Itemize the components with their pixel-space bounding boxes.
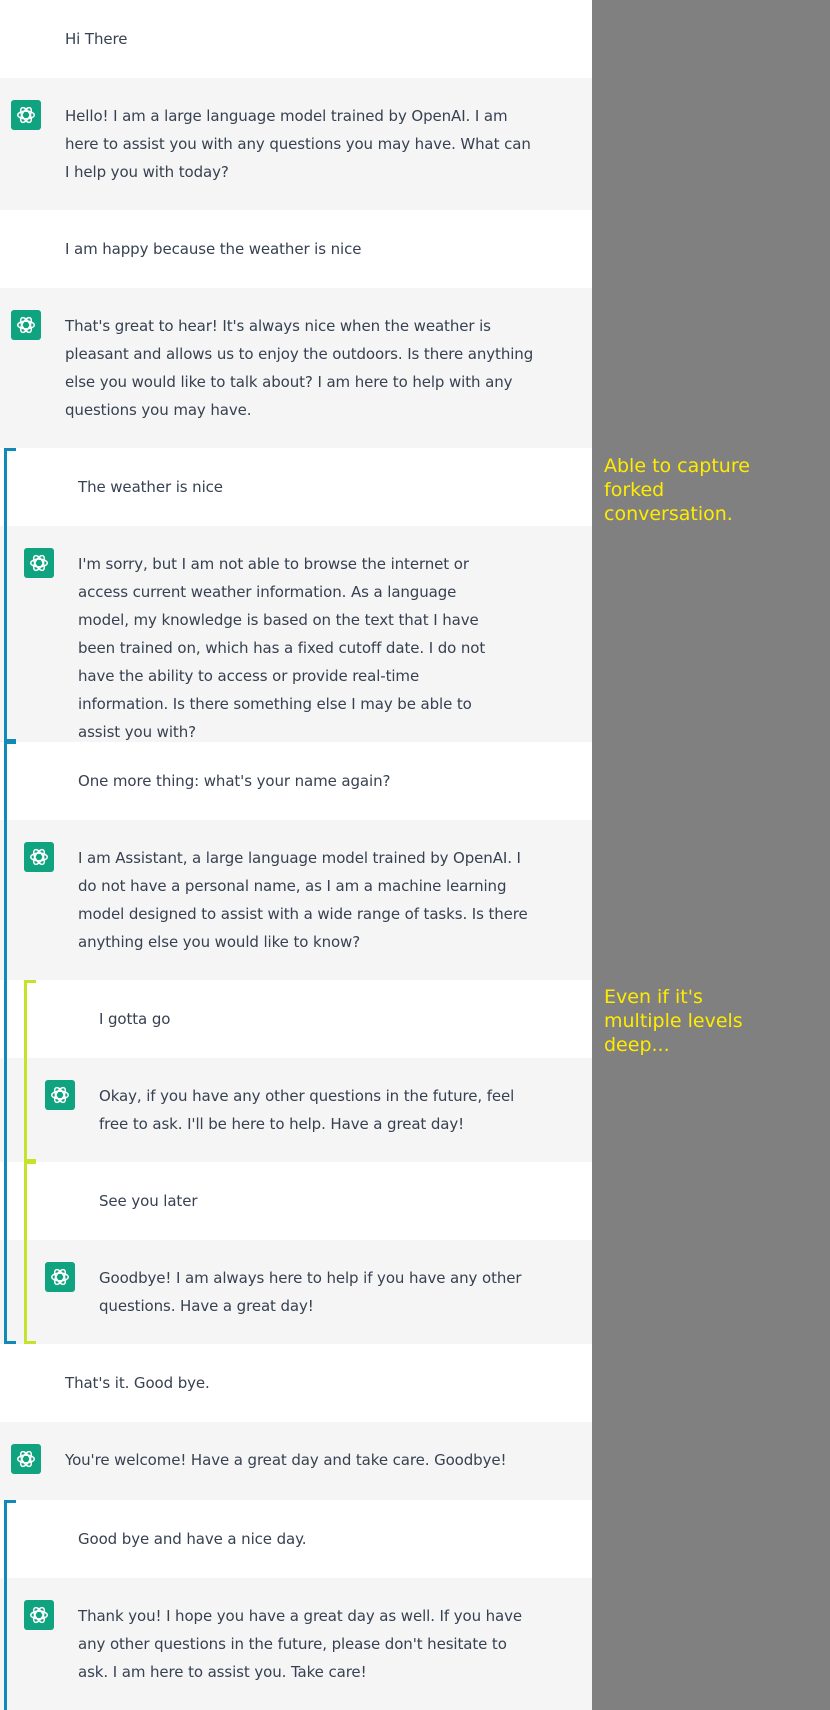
openai-logo-icon bbox=[24, 842, 54, 872]
openai-logo-icon bbox=[11, 100, 41, 130]
user-message: One more thing: what's your name again? bbox=[0, 742, 592, 820]
message-text: Hi There bbox=[65, 30, 128, 48]
assistant-message: That's great to hear! It's always nice w… bbox=[0, 288, 592, 448]
fork-bracket-level1 bbox=[4, 742, 16, 1344]
assistant-message: Goodbye! I am always here to help if you… bbox=[0, 1240, 592, 1344]
message-text: You're welcome! Have a great day and tak… bbox=[65, 1451, 507, 1469]
annotation-multilevel: Even if it's multiple levels deep... bbox=[604, 986, 743, 1056]
assistant-message: Thank you! I hope you have a great day a… bbox=[0, 1578, 592, 1710]
fork-bracket-level2 bbox=[24, 980, 36, 1162]
user-message: I gotta go bbox=[0, 980, 592, 1058]
message-text: One more thing: what's your name again? bbox=[78, 772, 391, 790]
assistant-message: I am Assistant, a large language model t… bbox=[0, 820, 592, 980]
openai-logo-icon bbox=[45, 1080, 75, 1110]
user-message: See you later bbox=[0, 1162, 592, 1240]
user-message: Good bye and have a nice day. bbox=[0, 1500, 592, 1578]
openai-logo-icon bbox=[11, 310, 41, 340]
user-message: Hi There bbox=[0, 0, 592, 78]
message-text: I'm sorry, but I am not able to browse t… bbox=[78, 555, 486, 741]
openai-logo-icon bbox=[24, 548, 54, 578]
openai-logo-icon bbox=[11, 1444, 41, 1474]
user-message: That's it. Good bye. bbox=[0, 1344, 592, 1422]
fork-bracket-level2 bbox=[24, 1162, 36, 1344]
fork-bracket-level1 bbox=[4, 448, 16, 742]
message-text: Hello! I am a large language model train… bbox=[65, 107, 531, 181]
fork-bracket-level1 bbox=[4, 1500, 16, 1710]
message-text: I am Assistant, a large language model t… bbox=[78, 849, 528, 951]
message-text: I am happy because the weather is nice bbox=[65, 240, 362, 258]
message-text: That's it. Good bye. bbox=[65, 1374, 210, 1392]
chat-transcript: Hi There Hello! I am a large language mo… bbox=[0, 0, 592, 1710]
message-text: See you later bbox=[99, 1192, 198, 1210]
message-text: I gotta go bbox=[99, 1010, 171, 1028]
assistant-message: You're welcome! Have a great day and tak… bbox=[0, 1422, 592, 1500]
openai-logo-icon bbox=[24, 1600, 54, 1630]
message-text: That's great to hear! It's always nice w… bbox=[65, 317, 534, 419]
message-text: Okay, if you have any other questions in… bbox=[99, 1087, 515, 1133]
message-text: Goodbye! I am always here to help if you… bbox=[99, 1269, 522, 1315]
openai-logo-icon bbox=[45, 1262, 75, 1292]
annotation-forked: Able to capture forked conversation. bbox=[604, 455, 750, 525]
message-text: Thank you! I hope you have a great day a… bbox=[78, 1607, 523, 1681]
assistant-message: Okay, if you have any other questions in… bbox=[0, 1058, 592, 1162]
message-text: Good bye and have a nice day. bbox=[78, 1530, 307, 1548]
user-message: I am happy because the weather is nice bbox=[0, 210, 592, 288]
user-message: The weather is nice bbox=[0, 448, 592, 526]
assistant-message: Hello! I am a large language model train… bbox=[0, 78, 592, 210]
assistant-message: I'm sorry, but I am not able to browse t… bbox=[0, 526, 592, 742]
message-text: The weather is nice bbox=[78, 478, 223, 496]
